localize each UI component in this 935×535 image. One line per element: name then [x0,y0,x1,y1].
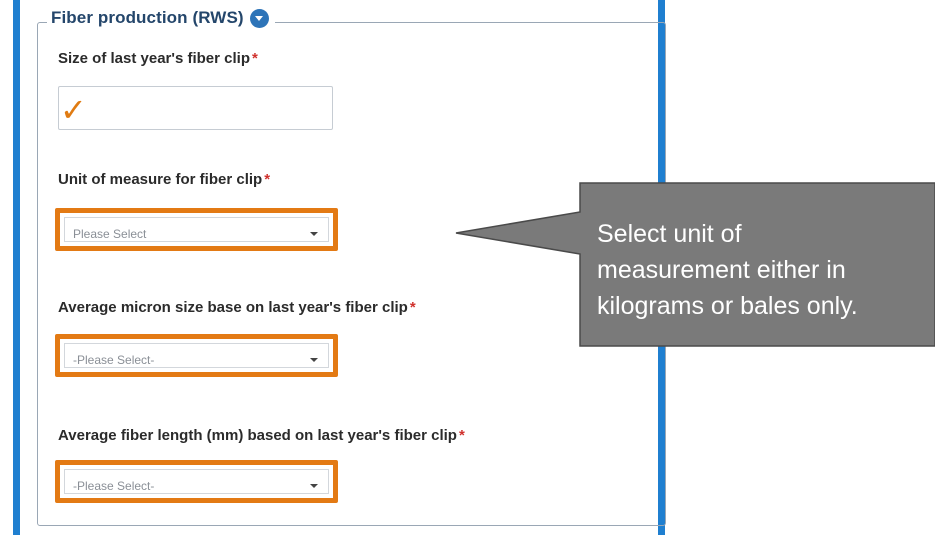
callout-text: Select unit of measurement either in kil… [597,216,927,324]
callout-line-2: measurement either in [597,256,846,284]
callout-line-3: kilograms or bales only. [597,292,858,320]
callout-line-1: Select unit of [597,220,742,248]
screenshot-stage: Fiber production (RWS) Size of last year… [0,0,935,535]
